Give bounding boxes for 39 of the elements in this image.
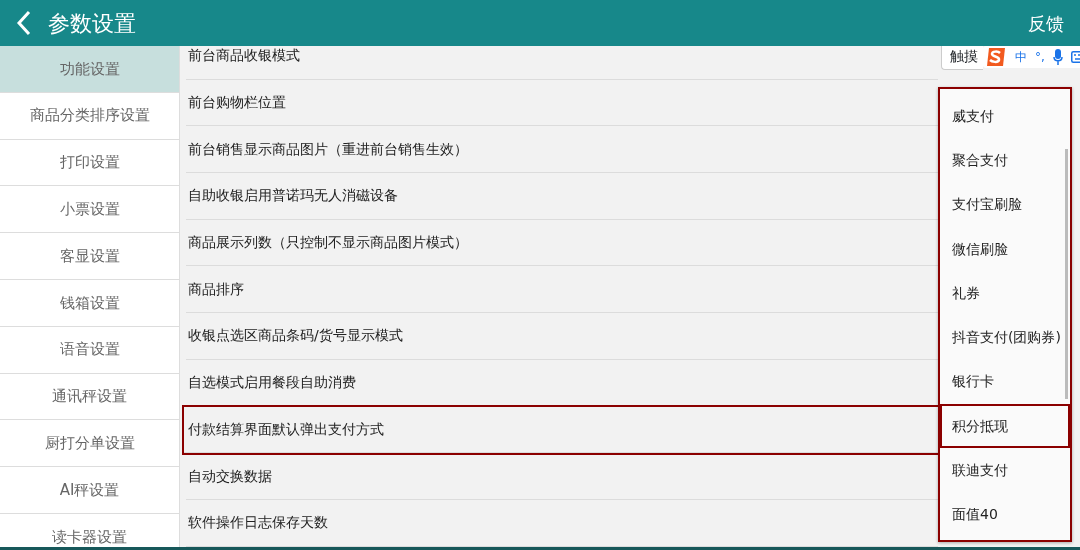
setting-row[interactable]: 软件操作日志保存天数 <box>186 499 938 547</box>
logo-icon[interactable] <box>985 47 1007 67</box>
sidebar-item[interactable]: 读卡器设置 <box>0 513 179 547</box>
page-title: 参数设置 <box>48 9 136 38</box>
setting-row[interactable]: 自助收银启用普诺玛无人消磁设备 <box>186 173 938 220</box>
feedback-link[interactable]: 反馈 <box>1028 9 1064 37</box>
sidebar-item[interactable]: 通讯秤设置 <box>0 373 179 421</box>
dropdown-option[interactable]: 礼券 <box>940 271 1070 316</box>
dropdown-option[interactable]: 积分抵现 <box>940 404 1070 449</box>
sidebar-item[interactable]: 商品分类排序设置 <box>0 92 179 140</box>
ime-key[interactable]: °, <box>1035 48 1045 66</box>
sidebar-item[interactable]: 语音设置 <box>0 326 179 374</box>
ime-key[interactable]: 中 <box>1015 48 1027 66</box>
dropdown-option[interactable]: 微信刷脸 <box>940 226 1070 272</box>
dropdown-option[interactable]: 银行卡 <box>940 359 1070 405</box>
setting-row[interactable]: 前台销售显示商品图片（重进前台销售生效） <box>186 126 938 174</box>
setting-row[interactable]: 收银点选区商品条码/货号显示模式 <box>186 313 938 360</box>
setting-row[interactable]: 自动交换数据 <box>186 453 938 500</box>
dropdown-option[interactable]: 威支付 <box>940 94 1070 139</box>
sidebar-item[interactable]: 小票设置 <box>0 186 179 234</box>
dropdown-option[interactable]: 抖音支付(团购券) <box>940 315 1070 360</box>
dropdown-option[interactable]: 支付宝刷脸 <box>940 182 1070 227</box>
dropdown-option[interactable]: 面值40 <box>940 492 1070 537</box>
setting-row[interactable]: 前台购物栏位置 <box>186 79 938 127</box>
setting-row[interactable]: 商品展示列数（只控制不显示商品图片模式） <box>186 219 938 267</box>
sidebar-item[interactable]: 钱箱设置 <box>0 280 179 327</box>
setting-row[interactable]: 前台商品收银模式 <box>186 46 938 80</box>
dropdown-option[interactable]: 联迪支付 <box>940 448 1070 493</box>
sidebar-item[interactable]: 厨打分单设置 <box>0 420 179 468</box>
setting-row[interactable]: 商品排序 <box>186 266 938 314</box>
sidebar-item[interactable]: AI秤设置 <box>0 467 179 514</box>
dropdown-field[interactable]: 触摸 <box>941 46 983 70</box>
sidebar-item[interactable]: 客显设置 <box>0 233 179 280</box>
sidebar-item[interactable]: 打印设置 <box>0 139 179 187</box>
back-icon[interactable] <box>16 10 32 36</box>
setting-row[interactable]: 付款结算界面默认弹出支付方式 <box>184 406 938 454</box>
sidebar-item[interactable]: 功能设置 <box>0 46 179 93</box>
microphone-icon[interactable] <box>1052 49 1063 65</box>
dropdown-option[interactable]: 聚合支付 <box>940 138 1070 183</box>
